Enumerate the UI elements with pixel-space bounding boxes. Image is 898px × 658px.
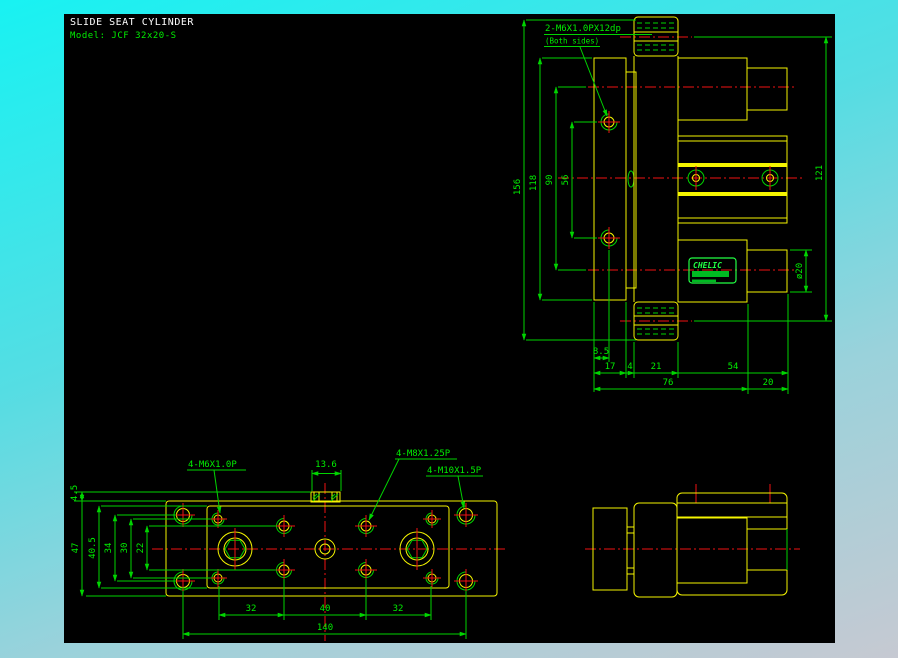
logo-fineprint-bar [692,271,729,277]
drawing-title: SLIDE SEAT CYLINDER [70,17,194,28]
dim-56: 56 [561,175,571,186]
thread-callout-subtext: (Both sides) [545,37,599,46]
dim-32a: 32 [246,604,257,614]
dim-21: 21 [651,362,662,372]
logo-fineprint-bar2 [692,279,716,282]
dim-20: 20 [763,378,774,388]
dim-30: 30 [120,543,130,554]
drawing-model: Model: JCF 32x20-S [70,31,177,41]
dim-32b: 32 [393,604,404,614]
logo-text: CHELIC [693,261,722,270]
dim-34: 34 [104,543,114,554]
dim-140: 140 [317,623,333,633]
dim-156: 156 [513,179,523,195]
dim-47: 47 [71,543,81,554]
dim-8-5: 8.5 [593,347,609,357]
dim-4: 4 [627,362,632,372]
dim-54: 54 [728,362,739,372]
dim-118: 118 [529,175,539,191]
callout-m8: 4-M8X1.25P [396,449,451,459]
dim-121: 121 [815,165,825,181]
thread-callout-text: 2-M6X1.0PX12dp [545,24,621,34]
dim-22: 22 [136,543,146,554]
dim-40-5: 40.5 [88,537,98,559]
callout-m10: 4-M10X1.5P [427,466,482,476]
dim-76: 76 [663,378,674,388]
dim-40: 40 [320,604,331,614]
desktop-background: SLIDE SEAT CYLINDER Model: JCF 32x20-S C… [0,0,898,658]
dim-4-5: 4.5 [70,485,80,501]
callout-m6: 4-M6X1.0P [188,460,237,470]
dim-17: 17 [605,362,616,372]
dim-90: 90 [545,175,555,186]
dim-dia20: ø20 [795,263,805,279]
dim-13-6: 13.6 [315,460,337,470]
